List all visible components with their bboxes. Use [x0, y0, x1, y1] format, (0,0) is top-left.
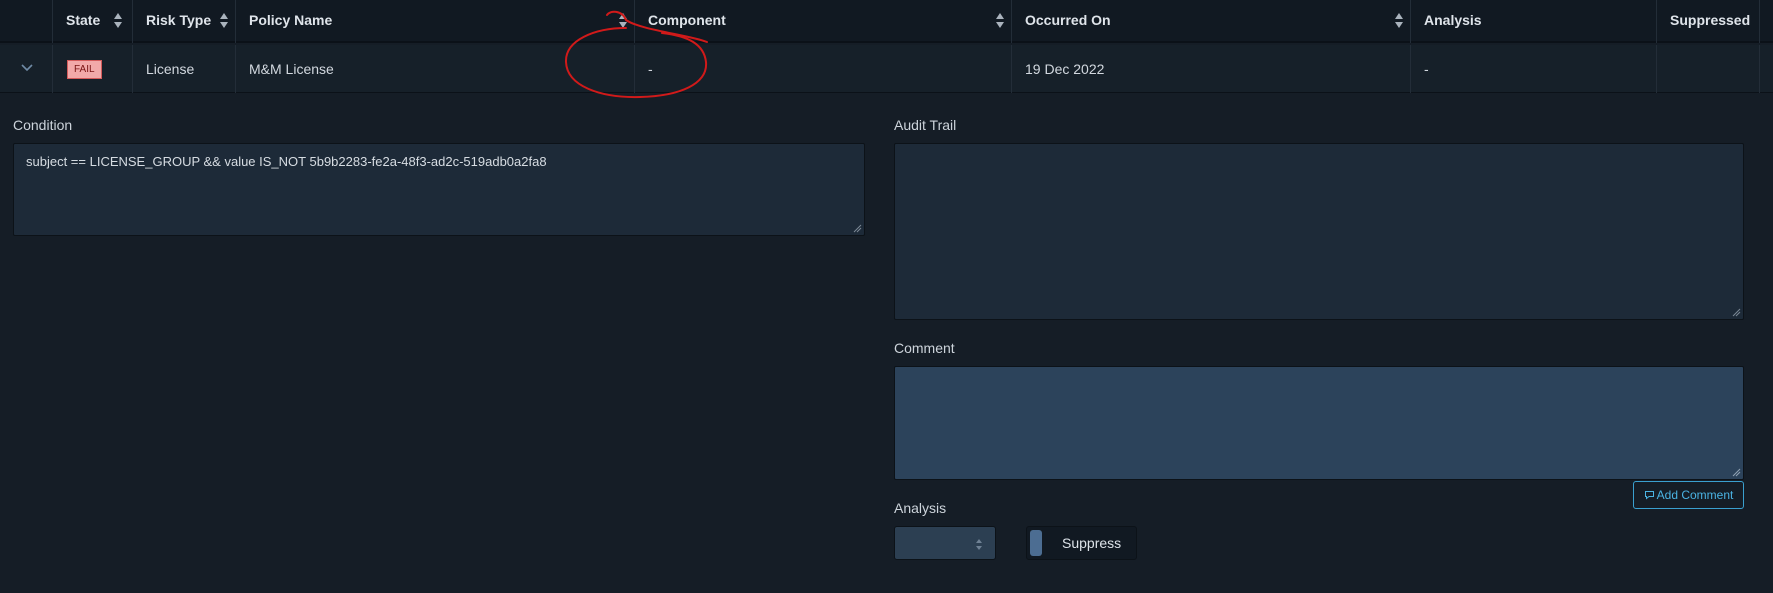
header-occurred-on[interactable]: Occurred On	[1012, 0, 1411, 43]
analysis-cell: -	[1411, 45, 1657, 93]
header-policy-name[interactable]: Policy Name	[236, 0, 635, 43]
header-state[interactable]: State	[53, 0, 133, 43]
suppress-label: Suppress	[1062, 535, 1122, 551]
header-expand-column	[0, 0, 53, 43]
header-component-label: Component	[648, 12, 726, 28]
sort-icon[interactable]	[114, 13, 122, 28]
resize-grip-icon[interactable]	[1731, 467, 1741, 477]
header-occurred-on-label: Occurred On	[1025, 12, 1111, 28]
toggle-knob[interactable]	[1030, 530, 1042, 556]
table-header: State Risk Type Policy Name Component Oc…	[0, 0, 1773, 43]
header-analysis-label: Analysis	[1424, 12, 1482, 28]
policy-violations-page: State Risk Type Policy Name Component Oc…	[0, 0, 1773, 593]
comment-label: Comment	[894, 340, 955, 356]
risk-type-cell: License	[133, 45, 236, 93]
suppress-toggle[interactable]: Suppress	[1026, 526, 1137, 560]
expand-cell[interactable]	[0, 45, 53, 93]
comment-icon	[1644, 491, 1654, 500]
header-policy-name-label: Policy Name	[249, 12, 333, 28]
component-cell: -	[635, 45, 1012, 93]
header-risk-type[interactable]: Risk Type	[133, 0, 236, 43]
condition-label: Condition	[13, 117, 73, 133]
header-component[interactable]: Component	[635, 0, 1012, 43]
policy-name-cell: M&M License	[236, 45, 635, 93]
analysis-label: Analysis	[894, 500, 947, 516]
add-comment-button[interactable]: Add Comment	[1633, 481, 1744, 509]
add-comment-label: Add Comment	[1656, 488, 1734, 502]
audit-trail-textarea[interactable]	[894, 143, 1744, 320]
select-arrows-icon	[976, 539, 982, 550]
sort-icon[interactable]	[996, 13, 1004, 28]
sort-icon[interactable]	[1395, 13, 1403, 28]
sort-icon[interactable]	[619, 13, 627, 28]
comment-textarea[interactable]	[894, 366, 1744, 480]
sort-icon[interactable]	[220, 13, 228, 28]
resize-grip-icon[interactable]	[852, 223, 862, 233]
resize-grip-icon[interactable]	[1731, 307, 1741, 317]
condition-value: subject == LICENSE_GROUP && value IS_NOT…	[26, 154, 547, 169]
header-analysis: Analysis	[1411, 0, 1657, 43]
table-row[interactable]: FAIL License M&M License - 19 Dec 2022 -	[0, 45, 1773, 93]
analysis-select[interactable]	[894, 526, 996, 560]
header-risk-type-label: Risk Type	[146, 12, 212, 28]
header-suppressed: Suppressed	[1657, 0, 1760, 43]
header-state-label: State	[66, 12, 101, 28]
suppressed-cell	[1657, 45, 1760, 93]
condition-textarea[interactable]: subject == LICENSE_GROUP && value IS_NOT…	[13, 143, 865, 236]
header-suppressed-label: Suppressed	[1670, 12, 1751, 28]
audit-trail-label: Audit Trail	[894, 117, 957, 133]
chevron-down-icon[interactable]	[21, 64, 33, 72]
status-badge: FAIL	[67, 60, 102, 79]
occurred-on-cell: 19 Dec 2022	[1012, 45, 1411, 93]
state-cell: FAIL	[53, 45, 133, 93]
